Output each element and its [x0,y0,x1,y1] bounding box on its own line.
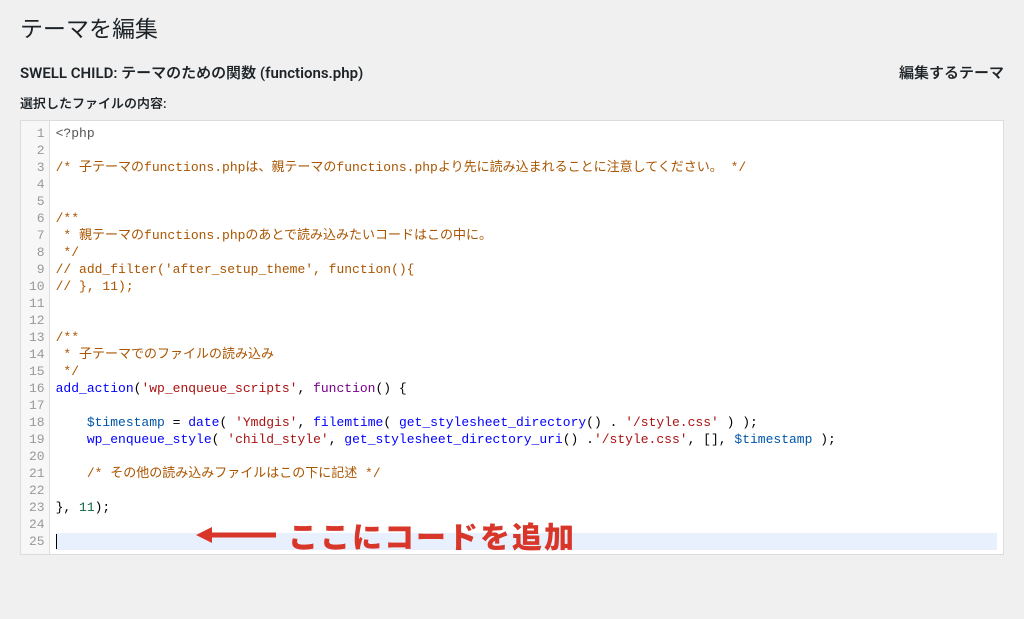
line-number: 5 [29,193,45,210]
line-number: 16 [29,380,45,397]
line-number: 13 [29,329,45,346]
line-number: 24 [29,516,45,533]
code-line[interactable]: /** [56,210,997,227]
code-line[interactable]: * 子テーマでのファイルの読み込み [56,346,997,363]
line-number: 11 [29,295,45,312]
theme-select-label: 編集するテーマ [899,62,1004,83]
code-editor[interactable]: 1234567891011121314151617181920212223242… [20,120,1004,555]
code-line[interactable] [56,142,997,159]
line-number: 25 [29,533,45,550]
code-line[interactable] [56,482,997,499]
code-line[interactable] [56,516,997,533]
line-number: 14 [29,346,45,363]
line-number: 12 [29,312,45,329]
theme-editor-page: テーマを編集 SWELL CHILD: テーマのための関数 (functions… [0,0,1024,575]
code-line[interactable]: // }, 11); [56,278,997,295]
code-line[interactable] [56,193,997,210]
code-line[interactable]: /** [56,329,997,346]
code-line[interactable] [56,176,997,193]
line-number: 8 [29,244,45,261]
code-line[interactable]: // add_filter('after_setup_theme', funct… [56,261,997,278]
page-title: テーマを編集 [20,10,1004,44]
code-line[interactable] [56,448,997,465]
code-line[interactable]: /* その他の読み込みファイルはこの下に記述 */ [56,465,997,482]
code-area[interactable]: <?php /* 子テーマのfunctions.phpは、親テーマのfunctio… [50,121,1003,554]
line-number-gutter: 1234567891011121314151617181920212223242… [21,121,50,554]
line-number: 21 [29,465,45,482]
line-number: 7 [29,227,45,244]
line-number: 18 [29,414,45,431]
file-content-label: 選択したファイルの内容: [20,93,1004,112]
line-number: 20 [29,448,45,465]
code-line[interactable] [56,397,997,414]
line-number: 10 [29,278,45,295]
line-number: 9 [29,261,45,278]
line-number: 4 [29,176,45,193]
code-line[interactable]: $timestamp = date( 'Ymdgis', filemtime( … [56,414,997,431]
text-cursor [56,534,57,549]
code-line[interactable]: }, 11); [56,499,997,516]
code-line[interactable]: * 親テーマのfunctions.phpのあとで読み込みたいコードはこの中に。 [56,227,997,244]
code-line[interactable]: wp_enqueue_style( 'child_style', get_sty… [56,431,997,448]
code-line[interactable] [56,295,997,312]
line-number: 23 [29,499,45,516]
line-number: 15 [29,363,45,380]
code-line[interactable]: /* 子テーマのfunctions.phpは、親テーマのfunctions.ph… [56,159,997,176]
line-number: 17 [29,397,45,414]
file-heading: SWELL CHILD: テーマのための関数 (functions.php) [20,62,363,83]
code-line[interactable]: <?php [56,125,997,142]
line-number: 2 [29,142,45,159]
code-line[interactable] [56,533,997,550]
line-number: 6 [29,210,45,227]
code-line[interactable]: */ [56,363,997,380]
line-number: 3 [29,159,45,176]
line-number: 1 [29,125,45,142]
file-heading-prefix: SWELL CHILD: [20,64,121,82]
code-line[interactable]: add_action('wp_enqueue_scripts', functio… [56,380,997,397]
file-header: SWELL CHILD: テーマのための関数 (functions.php) 編… [20,62,1004,83]
line-number: 19 [29,431,45,448]
code-line[interactable] [56,312,997,329]
code-line[interactable]: */ [56,244,997,261]
file-heading-filename: (functions.php) [260,64,363,82]
line-number: 22 [29,482,45,499]
file-heading-main: テーマのための関数 [121,64,260,82]
